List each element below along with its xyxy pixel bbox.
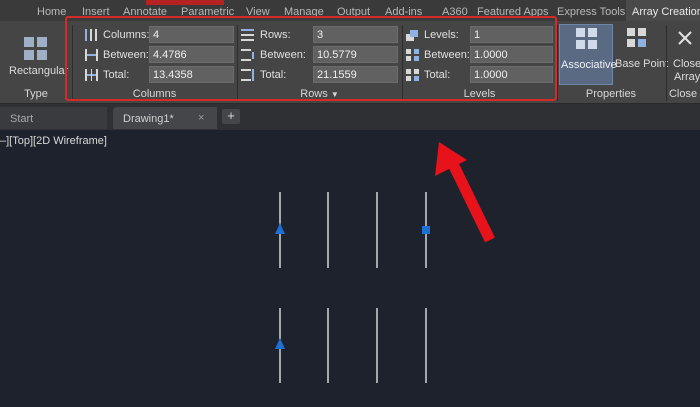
row-grip-arrow (275, 338, 285, 349)
array-drawing (275, 142, 495, 383)
row-grip-arrow (275, 223, 285, 234)
pointer-arrow (435, 142, 495, 243)
column-grip-square (422, 226, 430, 234)
